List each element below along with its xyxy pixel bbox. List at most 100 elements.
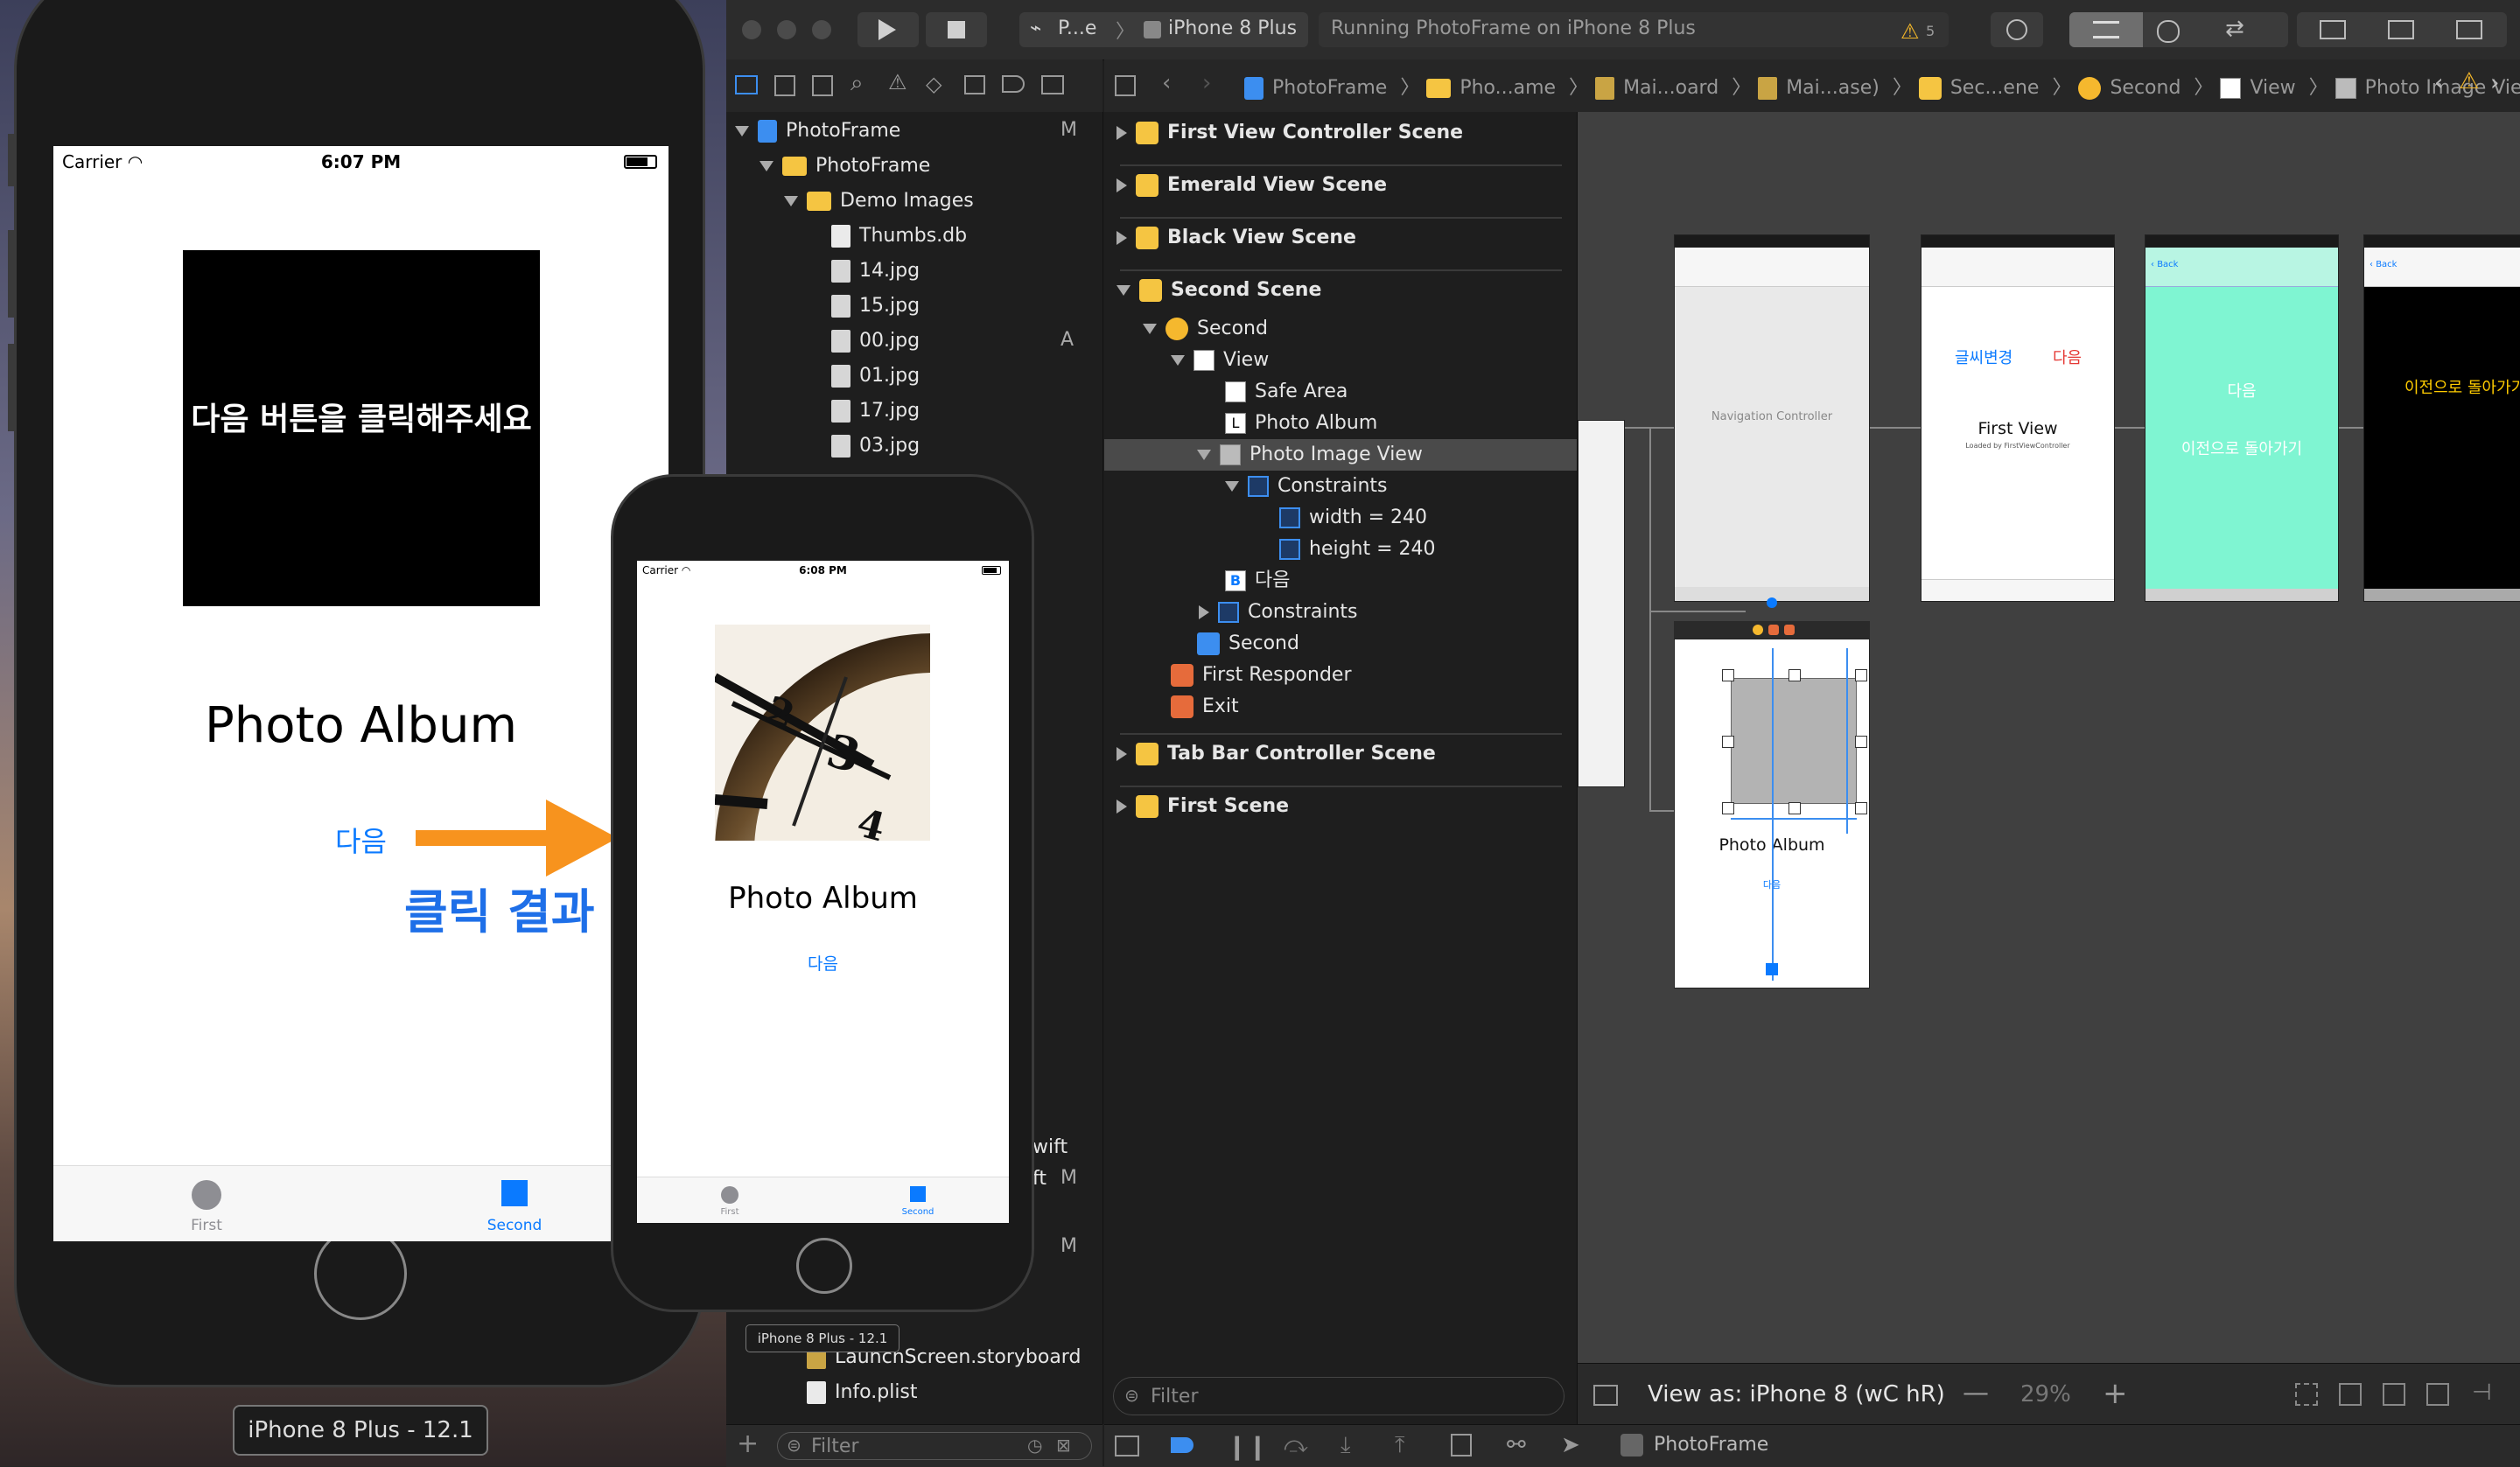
close-window-button[interactable] <box>742 20 761 39</box>
resize-handle[interactable] <box>1855 736 1867 748</box>
outline-item-safe-area[interactable]: Safe Area <box>1225 376 1348 408</box>
warning-icon[interactable]: ⚠ <box>1900 19 1920 44</box>
go-back-button[interactable]: 이전으로 돌아가기 <box>2404 375 2520 398</box>
resize-handle[interactable] <box>1788 669 1801 681</box>
symbol-navigator-icon[interactable] <box>812 75 833 96</box>
run-button[interactable] <box>858 12 919 47</box>
resize-handle[interactable] <box>1722 736 1734 748</box>
breadcrumb[interactable]: PhotoFrame 〉 Pho...ame 〉 Mai...oard 〉 Mai..… <box>1244 72 2520 100</box>
scene-dock[interactable] <box>1674 621 1870 639</box>
view-as-button[interactable]: View as: iPhone 8 (wC hR) <box>1648 1381 1945 1408</box>
outline-scene-emerald[interactable]: Emerald View Scene <box>1116 170 1387 201</box>
outline-item-height-constraint[interactable]: height = 240 <box>1279 534 1436 565</box>
tab-second-icon[interactable] <box>910 1186 926 1202</box>
nav-item-project[interactable]: PhotoFrame <box>735 115 900 147</box>
outline-item-constraints[interactable]: Constraints <box>1199 597 1358 628</box>
location-icon[interactable]: ➤ <box>1561 1432 1580 1458</box>
library-button[interactable] <box>1991 12 2043 47</box>
step-out-icon[interactable]: ⤒ <box>1395 1432 1405 1459</box>
toggle-outline-icon[interactable] <box>1593 1385 1618 1406</box>
assistant-editor-icon[interactable] <box>2157 20 2180 43</box>
search-icon[interactable]: ⌕ <box>850 70 864 97</box>
breadcrumb-item[interactable]: Sec...ene <box>1950 77 2040 99</box>
nav-item-group[interactable]: Demo Images <box>784 185 974 217</box>
black-view-scene[interactable]: ‹ Back 이전으로 돌아가기 <box>2363 234 2520 602</box>
inspector-toggle-icon[interactable] <box>2456 20 2482 39</box>
tab-second-label[interactable]: Second <box>475 1217 554 1234</box>
breadcrumb-item[interactable]: Mai...oard <box>1623 77 1718 99</box>
recent-files-icon[interactable]: ◷ <box>1027 1435 1042 1456</box>
nav-item-file[interactable]: 03.jpg <box>831 430 920 462</box>
second-scene[interactable]: Photo Album 다음 <box>1674 639 1870 988</box>
nav-item-group[interactable]: PhotoFrame <box>760 150 930 182</box>
embed-in-icon[interactable] <box>2339 1383 2362 1406</box>
outline-item-view[interactable]: View <box>1171 345 1269 376</box>
nav-item-file[interactable]: Thumbs.db <box>831 220 967 252</box>
resize-handle[interactable] <box>1855 669 1867 681</box>
next-issue-icon[interactable]: › <box>2490 70 2499 96</box>
next-button[interactable]: 다음 <box>335 820 387 860</box>
outline-item-button[interactable]: B 다음 <box>1225 565 1290 597</box>
test-navigator-icon[interactable]: ◇ <box>926 72 942 96</box>
debug-toggle-icon[interactable] <box>2388 20 2414 39</box>
outline-item-second-vc[interactable]: Second <box>1143 313 1268 345</box>
nav-item-file[interactable]: 00.jpg <box>831 325 920 357</box>
breadcrumb-item[interactable]: Second <box>2110 77 2180 99</box>
align-icon[interactable] <box>2383 1383 2405 1406</box>
update-frames-icon[interactable] <box>2295 1383 2318 1406</box>
breadcrumb-item[interactable]: PhotoFrame <box>1272 77 1387 99</box>
partial-scene[interactable] <box>1578 420 1625 787</box>
nav-item-file[interactable]: Info.plist <box>807 1377 918 1408</box>
resize-handle[interactable] <box>1722 802 1734 814</box>
source-control-icon[interactable] <box>774 75 795 96</box>
first-view-controller-scene[interactable]: 글씨변경 다음 First View Loaded by FirstViewCo… <box>1921 234 2115 602</box>
photo-image-view[interactable] <box>1731 678 1857 804</box>
memory-graph-icon[interactable]: ⚯ <box>1507 1432 1526 1458</box>
outline-item-width-constraint[interactable]: width = 240 <box>1279 502 1427 534</box>
warning-icon[interactable]: ⚠ <box>2459 68 2479 94</box>
step-into-icon[interactable]: ⤓ <box>1340 1432 1351 1459</box>
storyboard-canvas[interactable]: Navigation Controller 글씨변경 다음 First View… <box>1578 112 2520 1363</box>
add-constraints-icon[interactable] <box>2426 1383 2449 1406</box>
next-button[interactable]: 다음 <box>637 951 1009 975</box>
step-over-icon[interactable]: ⤼ <box>1284 1432 1308 1459</box>
project-navigator-icon[interactable] <box>735 75 758 94</box>
version-editor-icon[interactable]: ⇄ <box>2225 16 2244 42</box>
stop-button[interactable] <box>926 12 987 47</box>
navigator-toggle-icon[interactable] <box>2320 20 2346 39</box>
resize-handle[interactable] <box>1722 669 1734 681</box>
breadcrumb-item[interactable]: View <box>2250 77 2295 99</box>
related-items-icon[interactable] <box>1115 75 1136 96</box>
back-arrow-icon[interactable]: ‹ <box>1162 70 1171 96</box>
next-button[interactable]: 다음 <box>2053 346 2082 368</box>
tab-first-icon[interactable] <box>192 1180 221 1210</box>
tab-first-icon[interactable] <box>721 1186 738 1204</box>
outline-scene-tab-bar-controller[interactable]: Tab Bar Controller Scene <box>1116 738 1436 770</box>
pause-icon[interactable]: ❙❙ <box>1227 1432 1268 1461</box>
editor-mode-segment[interactable]: ⇄ <box>2069 12 2288 47</box>
scheme-selector[interactable]: ⌁ P...e 〉 iPhone 8 Plus <box>1019 12 1308 47</box>
outline-item-tab-bar-item[interactable]: Second <box>1197 628 1299 660</box>
outline-item-photo-image-view[interactable]: Photo Image View <box>1197 439 1423 471</box>
tab-first-label[interactable]: First <box>704 1207 756 1217</box>
tab-second-icon[interactable] <box>501 1180 528 1206</box>
nav-item-file[interactable]: 17.jpg <box>831 395 920 427</box>
tab-second-label[interactable]: Second <box>892 1207 944 1217</box>
change-text-button[interactable]: 글씨변경 <box>1955 346 2012 368</box>
nav-item-partial[interactable]: ft <box>1032 1163 1046 1195</box>
forward-arrow-icon[interactable]: › <box>1202 70 1211 96</box>
navigation-controller-scene[interactable]: Navigation Controller <box>1674 234 1870 608</box>
debug-navigator-icon[interactable] <box>964 75 985 94</box>
outline-item-exit[interactable]: Exit <box>1171 691 1239 723</box>
zoom-window-button[interactable] <box>812 20 831 39</box>
report-navigator-icon[interactable] <box>1041 75 1064 94</box>
emerald-view-scene[interactable]: ‹ Back 다음 이전으로 돌아가기 <box>2145 234 2339 602</box>
home-button[interactable] <box>796 1238 852 1294</box>
tab-first-label[interactable]: First <box>167 1217 246 1234</box>
panel-toggle-segment[interactable] <box>2297 12 2507 47</box>
breakpoint-navigator-icon[interactable] <box>1002 75 1025 93</box>
back-button[interactable]: ‹ Back <box>2370 260 2397 269</box>
outline-scene-black[interactable]: Black View Scene <box>1116 222 1356 254</box>
nav-item-file[interactable]: 01.jpg <box>831 360 920 392</box>
resolve-issues-icon[interactable]: ⊣ <box>2472 1380 2492 1406</box>
